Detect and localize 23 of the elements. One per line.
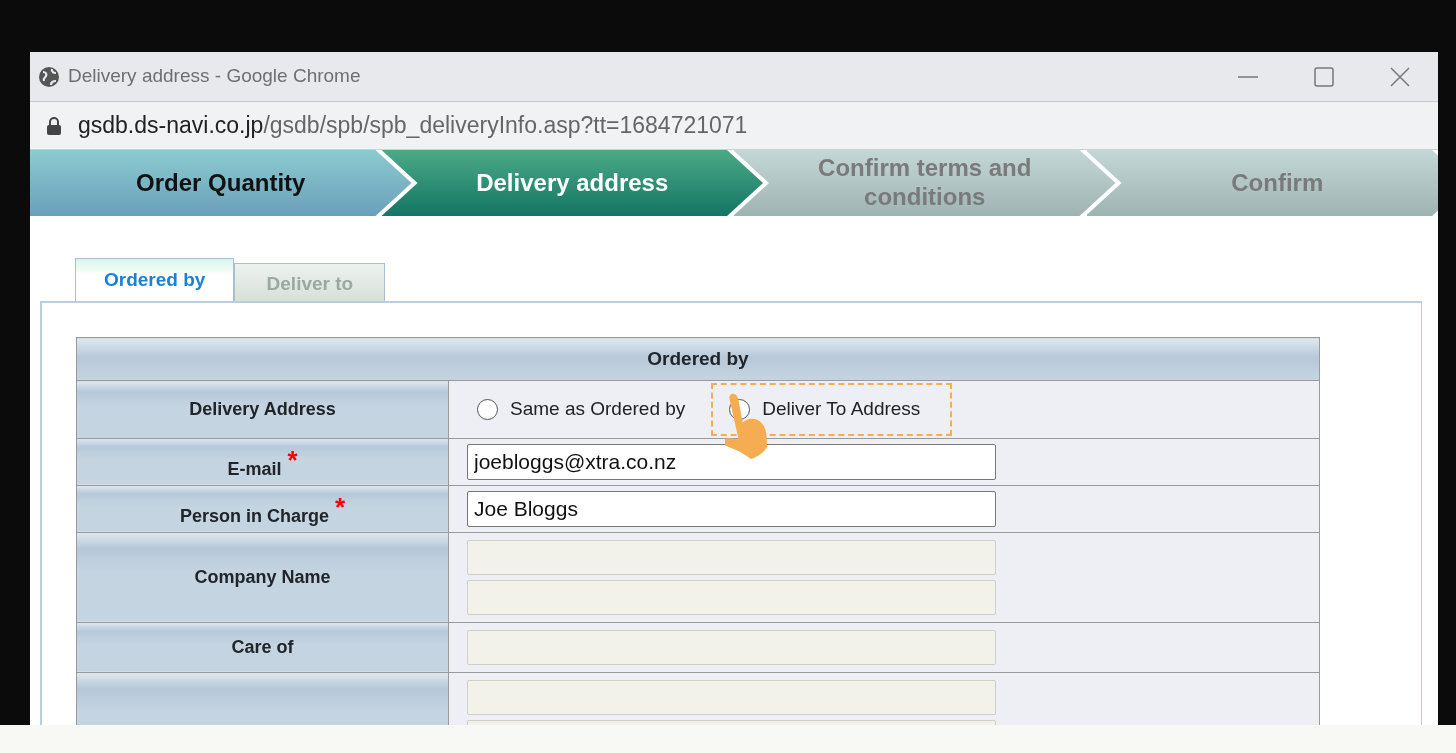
lock-icon [46,115,62,136]
progress-step: Delivery address [381,150,763,216]
radio-option[interactable]: Same as Ordered by [467,383,696,436]
row-label: Delivery Address [189,398,336,419]
progress-step: Order Quantity [30,150,412,216]
url-text: gsdb.ds-navi.co.jp/gsdb/spb/spb_deliveryInfo.asp?tt=1684721071 [78,111,748,141]
text-field[interactable]: Joe Bloggs [467,490,996,527]
required-mark: * [334,491,346,522]
row-label: Company Name [194,566,331,587]
minimize-icon[interactable] [1237,74,1259,79]
row-label: Care of [231,636,294,657]
row-label: E-mail [227,458,282,479]
window-title: Delivery address - Google Chrome [68,64,362,89]
row-label: Person in Charge [179,505,329,526]
table-heading: Ordered by [76,337,1320,381]
progress-step: Confirm [1085,150,1438,216]
maximize-icon[interactable] [1314,66,1334,87]
close-icon[interactable] [1390,66,1410,87]
tab[interactable]: Ordered by [75,258,235,301]
text-field[interactable]: joebloggs@xtra.co.nz [467,443,996,480]
progress-step: Confirm terms and conditions [733,150,1116,216]
required-mark: * [287,444,298,475]
globe-icon [38,65,60,88]
